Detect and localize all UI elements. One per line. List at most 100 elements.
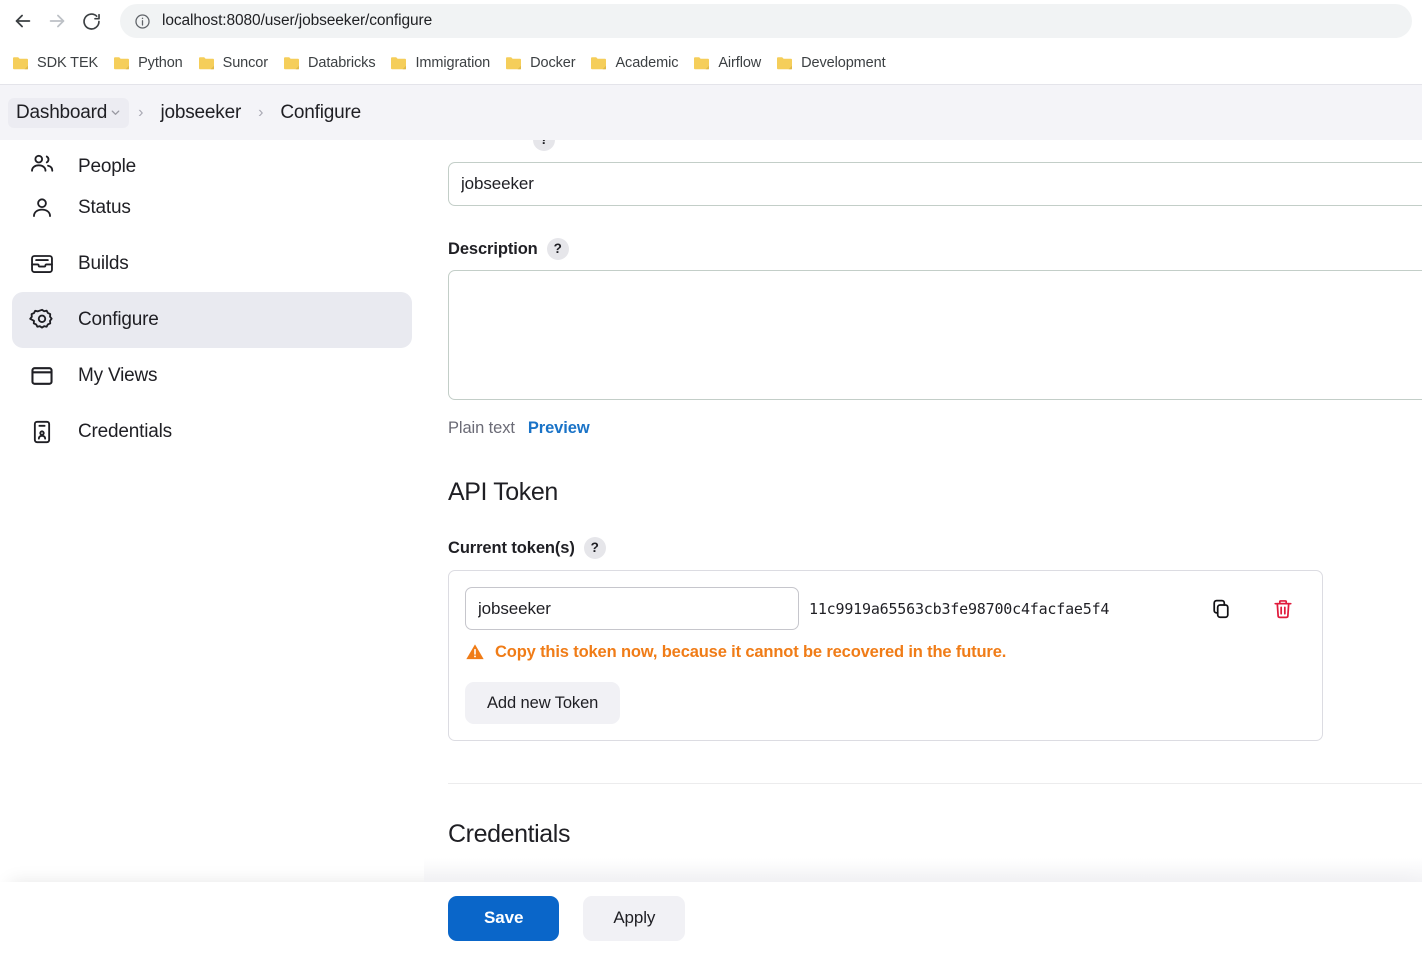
- bookmark-docker[interactable]: Docker: [499, 51, 584, 75]
- sidebar-item-credentials[interactable]: Credentials: [12, 404, 412, 460]
- folder-icon: [505, 56, 522, 71]
- sidebar-item-my-views[interactable]: My Views: [12, 348, 412, 404]
- bookmark-python[interactable]: Python: [107, 51, 192, 75]
- url-text: localhost:8080/user/jobseeker/configure: [162, 12, 433, 29]
- bookmark-suncor[interactable]: Suncor: [192, 51, 277, 75]
- current-tokens-label-text: Current token(s): [448, 538, 575, 557]
- bookmarks-bar: SDK TEK Python Suncor Databricks Immigra…: [0, 42, 1422, 84]
- name-field-group: [448, 162, 1422, 206]
- sidebar-item-label: Status: [78, 197, 131, 218]
- configure-form: ? Description ? Plain text Preview API T…: [424, 140, 1422, 954]
- gear-icon: [28, 306, 56, 334]
- folder-icon: [693, 56, 710, 71]
- sidebar-item-label: Builds: [78, 253, 129, 274]
- folder-icon: [390, 56, 407, 71]
- sidebar-item-configure[interactable]: Configure: [12, 292, 412, 348]
- breadcrumb-item-jobseeker[interactable]: jobseeker: [152, 98, 249, 128]
- bookmark-label: Academic: [615, 55, 679, 71]
- save-button[interactable]: Save: [448, 895, 560, 941]
- description-label-text: Description: [448, 239, 538, 258]
- reload-button[interactable]: [74, 4, 108, 38]
- folder-icon: [12, 56, 29, 71]
- bookmark-label: Python: [138, 55, 183, 71]
- folder-icon: [198, 56, 215, 71]
- breadcrumb-item-configure[interactable]: Configure: [272, 98, 369, 128]
- reload-icon: [81, 11, 102, 32]
- window-icon: [28, 362, 56, 390]
- token-name-input[interactable]: [465, 587, 799, 630]
- person-icon: [28, 194, 56, 222]
- trash-icon[interactable]: [1270, 596, 1296, 622]
- breadcrumb-label: Configure: [280, 101, 361, 123]
- address-bar[interactable]: localhost:8080/user/jobseeker/configure: [120, 4, 1412, 38]
- warning-triangle-icon: [465, 642, 485, 662]
- bookmark-label: Immigration: [415, 55, 491, 71]
- sidebar-item-status[interactable]: Status: [12, 180, 412, 236]
- id-card-icon: [28, 418, 56, 446]
- breadcrumb-label: Dashboard: [16, 101, 108, 123]
- folder-icon: [590, 56, 607, 71]
- token-row: 11c9919a65563cb3fe98700c4facfae5f4: [465, 587, 1306, 630]
- help-icon[interactable]: ?: [533, 140, 555, 151]
- bookmark-airflow[interactable]: Airflow: [687, 51, 770, 75]
- forward-button[interactable]: [40, 4, 74, 38]
- breadcrumb-label: jobseeker: [160, 101, 242, 123]
- form-action-bar: Save Apply: [0, 858, 1422, 954]
- back-arrow-icon: [12, 10, 34, 32]
- bookmark-academic[interactable]: Academic: [584, 51, 687, 75]
- help-icon[interactable]: ?: [583, 537, 606, 559]
- api-token-heading: API Token: [448, 478, 558, 506]
- back-button[interactable]: [6, 4, 40, 38]
- description-field-group: Description ?: [448, 238, 1422, 405]
- token-warning-text: Copy this token now, because it cannot b…: [495, 642, 1007, 661]
- people-icon: [28, 150, 56, 178]
- chevron-down-icon[interactable]: [110, 107, 121, 118]
- apply-button[interactable]: Apply: [583, 895, 686, 941]
- bookmark-label: Databricks: [307, 55, 376, 71]
- help-icon[interactable]: ?: [546, 238, 569, 260]
- sidebar-item-label: People: [78, 156, 136, 177]
- sidebar-item-label: Configure: [78, 309, 159, 330]
- bookmark-databricks[interactable]: Databricks: [277, 51, 385, 75]
- section-divider: [448, 783, 1422, 784]
- token-row-actions: [1208, 596, 1306, 622]
- builds-icon: [28, 250, 56, 278]
- editor-mode-tabs: Plain text Preview: [448, 419, 1422, 438]
- sidebar-item-people[interactable]: People: [12, 140, 412, 180]
- bookmark-sdk-tek[interactable]: SDK TEK: [6, 51, 107, 75]
- breadcrumb: Dashboard › jobseeker › Configure: [0, 84, 1422, 140]
- body-area: People Status Builds Configure My Views …: [0, 140, 1422, 954]
- folder-icon: [113, 56, 130, 71]
- jenkins-app: Dashboard › jobseeker › Configure People…: [0, 84, 1422, 954]
- name-input[interactable]: [448, 162, 1422, 206]
- forward-arrow-icon: [46, 10, 68, 32]
- token-warning: Copy this token now, because it cannot b…: [465, 642, 1306, 662]
- breadcrumb-separator: ›: [258, 103, 264, 121]
- bookmark-label: Airflow: [718, 55, 762, 71]
- token-hash-value: 11c9919a65563cb3fe98700c4facfae5f4: [809, 599, 1110, 618]
- sidebar: People Status Builds Configure My Views …: [0, 140, 424, 954]
- folder-icon: [283, 56, 300, 71]
- tab-preview[interactable]: Preview: [528, 419, 590, 438]
- bookmark-development[interactable]: Development: [770, 51, 894, 75]
- site-info-icon[interactable]: [134, 13, 151, 30]
- credentials-heading: Credentials: [448, 820, 571, 848]
- sidebar-item-label: My Views: [78, 365, 158, 386]
- current-tokens-label: Current token(s) ?: [448, 537, 1422, 559]
- copy-icon[interactable]: [1208, 596, 1234, 622]
- sidebar-item-label: Credentials: [78, 421, 172, 442]
- description-textarea[interactable]: [448, 270, 1422, 400]
- description-label: Description ?: [448, 238, 1422, 260]
- bookmark-label: Docker: [530, 55, 576, 71]
- bookmark-label: SDK TEK: [37, 55, 99, 71]
- browser-toolbar: localhost:8080/user/jobseeker/configure: [0, 0, 1422, 42]
- sidebar-item-builds[interactable]: Builds: [12, 236, 412, 292]
- bookmark-immigration[interactable]: Immigration: [384, 51, 499, 75]
- add-new-token-button[interactable]: Add new Token: [465, 682, 621, 724]
- bookmark-label: Development: [801, 55, 886, 71]
- breadcrumb-separator: ›: [138, 103, 144, 121]
- breadcrumb-item-dashboard[interactable]: Dashboard: [8, 97, 130, 128]
- token-list-container: 11c9919a65563cb3fe98700c4facfae5f4: [448, 570, 1323, 741]
- browser-chrome: localhost:8080/user/jobseeker/configure …: [0, 0, 1422, 84]
- tab-plain-text[interactable]: Plain text: [448, 419, 515, 438]
